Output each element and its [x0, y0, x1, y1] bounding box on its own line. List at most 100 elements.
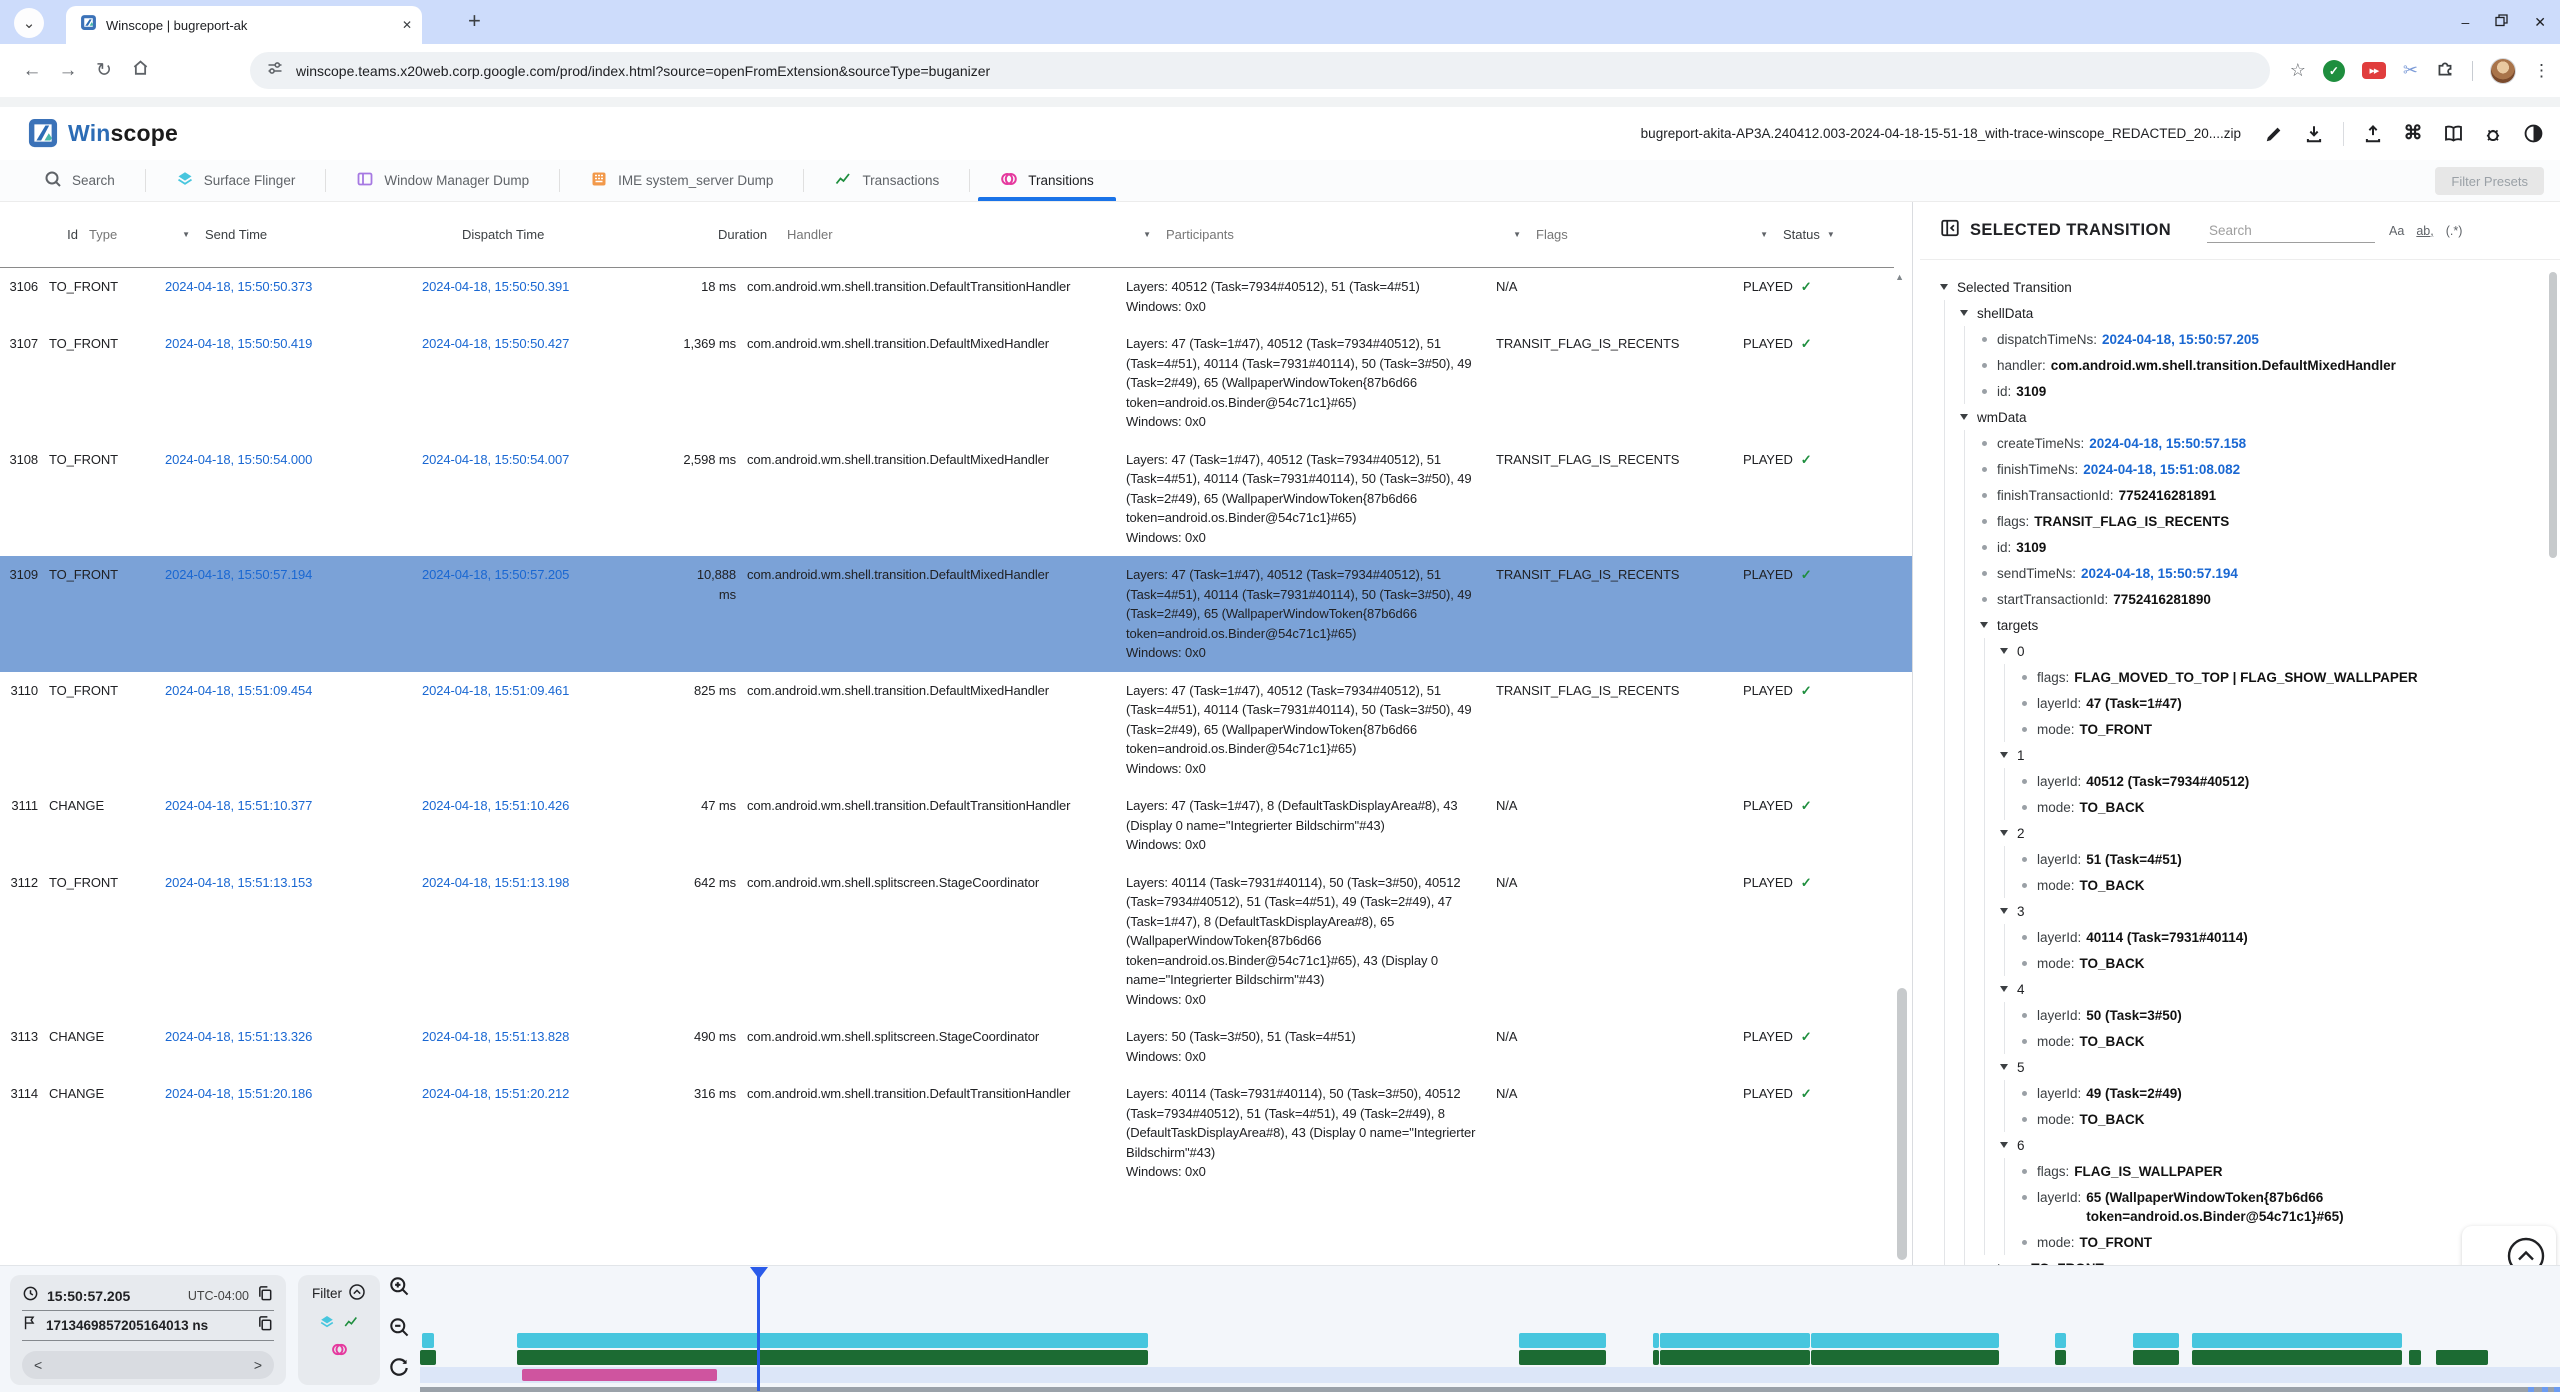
tree-property-flags[interactable]: flags:TRANSIT_FLAG_IS_RECENTS: [1980, 508, 2550, 534]
download-icon[interactable]: [2303, 123, 2325, 145]
browser-tab[interactable]: Winscope | bugreport-ak ✕: [66, 6, 422, 44]
filter-dropdown-icon[interactable]: ▼: [1143, 230, 1155, 239]
panel-scrollbar[interactable]: [2549, 272, 2557, 558]
tree-property-startTransactionId[interactable]: startTransactionId:7752416281890: [1980, 586, 2550, 612]
timeline-scrollbar[interactable]: [420, 1387, 2560, 1392]
collapse-arrow-icon[interactable]: [1960, 310, 1968, 316]
tab-search[interactable]: Search: [14, 160, 145, 201]
collapse-arrow-icon[interactable]: [2000, 1142, 2008, 1148]
column-header-flags[interactable]: Flags▼: [1536, 227, 1772, 242]
upload-icon[interactable]: [2362, 123, 2384, 145]
tree-property-createTimeNs[interactable]: createTimeNs:2024-04-18, 15:50:57.158: [1980, 430, 2550, 456]
home-icon[interactable]: [122, 58, 158, 83]
column-header-handler[interactable]: Handler▼: [787, 227, 1155, 242]
tree-property-finishTransactionId[interactable]: finishTransactionId:7752416281891: [1980, 482, 2550, 508]
tree-property-dispatchTimeNs[interactable]: dispatchTimeNs:2024-04-18, 15:50:57.205: [1980, 326, 2550, 352]
tree-property-layerId[interactable]: layerId:47 (Task=1#47): [2020, 690, 2550, 716]
tree-property-mode[interactable]: mode:TO_BACK: [2020, 794, 2550, 820]
shortcuts-icon[interactable]: ⌘: [2402, 123, 2424, 145]
tree-property-layerId[interactable]: layerId:40114 (Task=7931#40114): [2020, 924, 2550, 950]
transition-row-3108[interactable]: 3108TO_FRONT2024-04-18, 15:50:54.0002024…: [0, 441, 1912, 557]
tree-node[interactable]: 3: [2000, 898, 2550, 924]
scrollbar-up-icon[interactable]: ▲: [1895, 272, 1904, 282]
tab-search-button[interactable]: ⌄: [14, 8, 44, 38]
filter-dropdown-icon[interactable]: ▼: [182, 230, 194, 239]
tree-node[interactable]: 4: [2000, 976, 2550, 1002]
transition-row-3107[interactable]: 3107TO_FRONT2024-04-18, 15:50:50.4192024…: [0, 325, 1912, 441]
tab-ime-system-server-dump[interactable]: IME system_server Dump: [560, 160, 803, 201]
timeline-segment[interactable]: [2528, 1387, 2534, 1392]
timeline-segment[interactable]: [1653, 1333, 1659, 1348]
timeline-segment[interactable]: [2542, 1387, 2548, 1392]
current-time[interactable]: 15:50:57.205: [47, 1288, 130, 1304]
tree-node[interactable]: shellData: [1960, 300, 2550, 326]
timeline-segment[interactable]: [422, 1333, 434, 1348]
documentation-book-icon[interactable]: [2442, 123, 2464, 145]
timeline-segment[interactable]: [2554, 1387, 2560, 1392]
timeline-segment[interactable]: [2436, 1350, 2488, 1365]
collapse-arrow-icon[interactable]: [1980, 622, 1988, 628]
collapse-arrow-icon[interactable]: [2000, 1064, 2008, 1070]
timeline-segment[interactable]: [2192, 1333, 2402, 1348]
time-field[interactable]: 15:50:57.205 UTC-04:00: [22, 1281, 274, 1311]
timeline-canvas[interactable]: [420, 1266, 2560, 1393]
profile-avatar[interactable]: [2490, 58, 2516, 84]
extension-media-icon[interactable]: ▶▶: [2362, 62, 2386, 79]
address-bar[interactable]: winscope.teams.x20web.corp.google.com/pr…: [250, 52, 2270, 89]
tree-property-layerId[interactable]: layerId:50 (Task=3#50): [2020, 1002, 2550, 1028]
tree-property-flags[interactable]: flags:FLAG_MOVED_TO_TOP | FLAG_SHOW_WALL…: [2020, 664, 2550, 690]
match-word-icon[interactable]: ab,: [2416, 224, 2433, 238]
filter-dropdown-icon[interactable]: ▼: [1760, 230, 1772, 239]
collapse-arrow-icon[interactable]: [1960, 414, 1968, 420]
window-close-button[interactable]: ✕: [2534, 14, 2546, 31]
tree-property-flags[interactable]: flags:FLAG_IS_WALLPAPER: [2020, 1158, 2550, 1184]
tree-property-mode[interactable]: mode:TO_BACK: [2020, 872, 2550, 898]
timeline-segment[interactable]: [522, 1369, 717, 1381]
tree-node[interactable]: 6: [2000, 1132, 2550, 1158]
timeline-segment[interactable]: [1660, 1350, 1810, 1365]
browser-menu-icon[interactable]: ⋮: [2533, 61, 2550, 81]
tab-transactions[interactable]: Transactions: [804, 160, 969, 201]
timeline-segment[interactable]: [2055, 1350, 2066, 1365]
tab-surface-flinger[interactable]: Surface Flinger: [146, 160, 326, 201]
tree-node[interactable]: 0: [2000, 638, 2550, 664]
timeline-segment[interactable]: [1519, 1350, 1606, 1365]
column-header-participants[interactable]: Participants▼: [1166, 227, 1525, 242]
zoom-out-icon[interactable]: [388, 1316, 410, 1343]
collapse-panel-icon[interactable]: [1940, 218, 1960, 243]
current-timestamp[interactable]: 1713469857205164013 ns: [46, 1318, 208, 1333]
panel-search-input[interactable]: [2207, 219, 2375, 243]
transition-row-3106[interactable]: 3106TO_FRONT2024-04-18, 15:50:50.3732024…: [0, 268, 1912, 325]
collapse-arrow-icon[interactable]: [2000, 752, 2008, 758]
tree-property-id[interactable]: id:3109: [1980, 534, 2550, 560]
tree-node[interactable]: targets: [1980, 612, 2550, 638]
extensions-puzzle-icon[interactable]: [2435, 58, 2455, 83]
timeline-segment[interactable]: [420, 1350, 436, 1365]
transactions-track[interactable]: [420, 1350, 2560, 1365]
surface-flinger-track[interactable]: [420, 1333, 2560, 1348]
url-text[interactable]: winscope.teams.x20web.corp.google.com/pr…: [296, 63, 990, 79]
tree-property-mode[interactable]: mode:TO_BACK: [2020, 1028, 2550, 1054]
bug-report-icon[interactable]: [2482, 123, 2504, 145]
edit-pencil-icon[interactable]: [2263, 123, 2285, 145]
collapse-filter-icon[interactable]: [348, 1283, 366, 1304]
timeline-segment[interactable]: [1660, 1333, 1810, 1348]
reset-zoom-icon[interactable]: [388, 1357, 410, 1384]
copy-time-icon[interactable]: [257, 1285, 274, 1307]
transitions-filter-icon[interactable]: [331, 1341, 348, 1363]
timeline-segment[interactable]: [2409, 1350, 2421, 1365]
tab-window-manager-dump[interactable]: Window Manager Dump: [326, 160, 559, 201]
back-icon[interactable]: ←: [14, 60, 50, 82]
reload-icon[interactable]: ↻: [86, 59, 122, 82]
timeline-segment[interactable]: [2133, 1350, 2179, 1365]
cursor-handle[interactable]: [750, 1267, 768, 1279]
collapse-arrow-icon[interactable]: [2000, 648, 2008, 654]
collapse-arrow-icon[interactable]: [2000, 830, 2008, 836]
timeline-segment[interactable]: [1811, 1350, 1999, 1365]
tree-property-mode[interactable]: mode:TO_BACK: [2020, 950, 2550, 976]
zoom-in-icon[interactable]: [388, 1275, 410, 1302]
timeline-segment[interactable]: [517, 1333, 1148, 1348]
collapse-arrow-icon[interactable]: [2000, 986, 2008, 992]
tree-property-id[interactable]: id:3109: [1980, 378, 2550, 404]
next-entry-button[interactable]: >: [254, 1357, 262, 1373]
